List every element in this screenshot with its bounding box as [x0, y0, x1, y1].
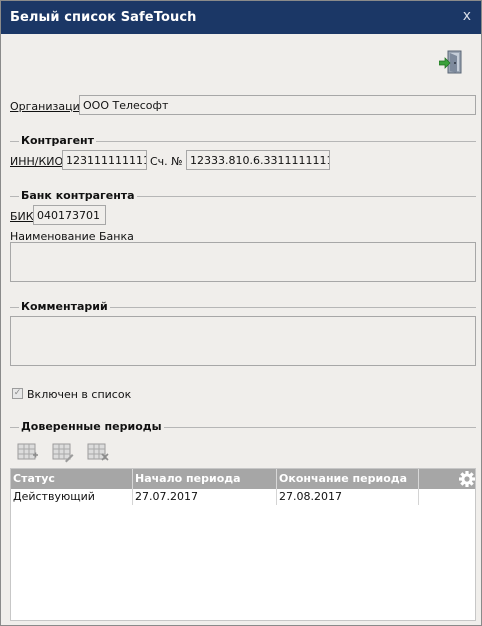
periods-grid: Статус Начало периода Окончание периода [10, 468, 476, 621]
counterparty-group: Контрагент [10, 134, 476, 148]
included-label: Включен в список [27, 388, 132, 401]
cell-end: 27.08.2017 [279, 490, 342, 503]
organization-label[interactable]: Организация [10, 100, 86, 113]
cell-status: Действующий [13, 490, 95, 503]
table-row[interactable]: Действующий 27.07.2017 27.08.2017 [11, 489, 475, 505]
inn-field[interactable]: 123111111111 [62, 150, 147, 170]
column-divider [418, 469, 419, 489]
counterparty-legend: Контрагент [19, 134, 97, 147]
comment-group: Комментарий [10, 300, 476, 314]
periods-legend: Доверенные периоды [19, 420, 164, 433]
column-divider [418, 489, 419, 505]
title-bar[interactable]: Белый список SafeTouch x [1, 1, 481, 34]
account-label: Сч. № [150, 155, 183, 168]
comment-legend: Комментарий [19, 300, 110, 313]
bank-name-field[interactable] [10, 242, 476, 282]
bik-label[interactable]: БИК [10, 210, 34, 223]
safetouch-whitelist-window: Белый список SafeTouch x Организация ООО… [0, 0, 482, 626]
account-field[interactable]: 12333.810.6.33111111111 [186, 150, 330, 170]
periods-group: Доверенные периоды [10, 420, 476, 434]
cell-start: 27.07.2017 [135, 490, 198, 503]
bank-group: Банк контрагента [10, 189, 476, 203]
column-end[interactable]: Окончание периода [277, 469, 418, 489]
column-start[interactable]: Начало периода [133, 469, 276, 489]
edit-row-icon[interactable] [52, 441, 74, 463]
included-checkbox[interactable]: ✓ [12, 388, 23, 399]
delete-row-icon[interactable] [87, 441, 109, 463]
comment-field[interactable] [10, 316, 476, 366]
bik-field[interactable]: 040173701 [33, 205, 106, 225]
bank-legend: Банк контрагента [19, 189, 137, 202]
grid-header: Статус Начало периода Окончание периода [11, 469, 475, 489]
column-status[interactable]: Статус [11, 469, 132, 489]
add-row-icon[interactable] [17, 441, 39, 463]
inn-label[interactable]: ИНН/КИО [10, 155, 63, 168]
exit-door-icon[interactable] [438, 49, 463, 75]
organization-field[interactable]: ООО Телесофт [79, 95, 476, 115]
close-icon[interactable]: x [463, 8, 471, 24]
gear-icon[interactable] [458, 470, 476, 488]
window-title: Белый список SafeTouch [10, 10, 197, 25]
